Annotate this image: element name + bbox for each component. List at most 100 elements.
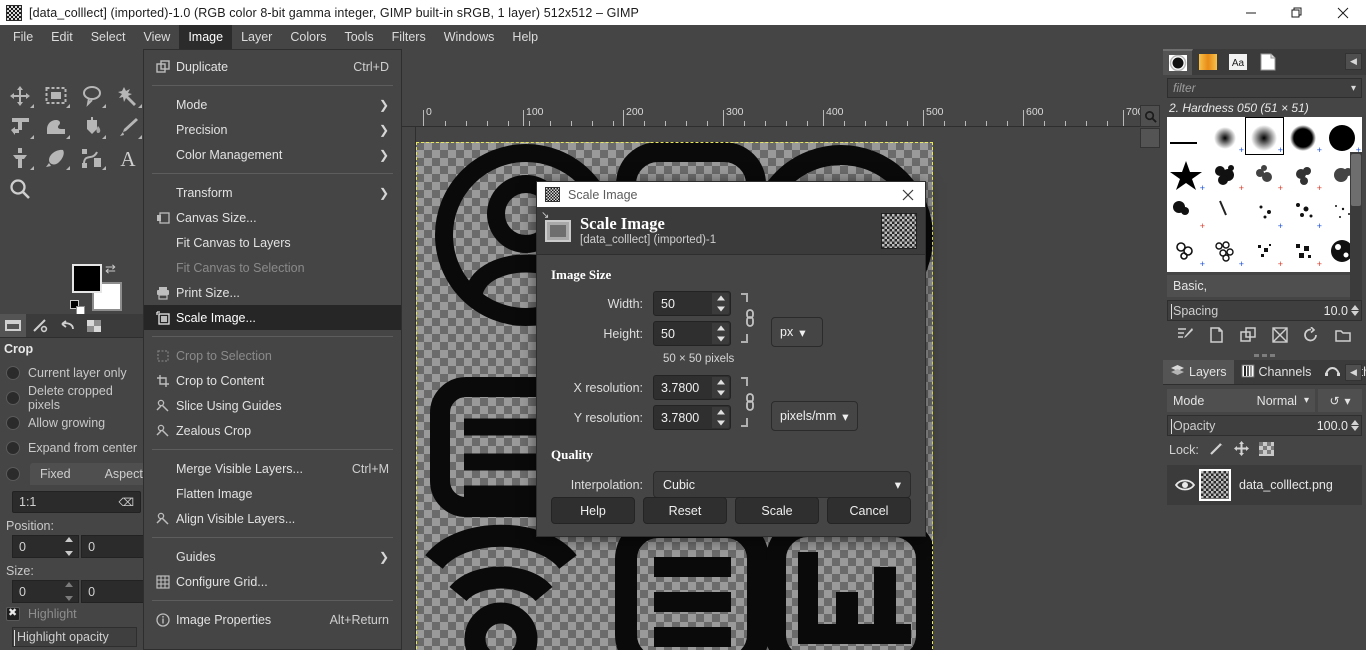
tab-tool-options[interactable] — [0, 314, 27, 337]
brush-cell[interactable]: + — [1284, 193, 1323, 231]
fuzzy-select-tool[interactable] — [110, 80, 146, 111]
refresh-brushes-icon[interactable] — [1303, 325, 1319, 348]
brush-cell[interactable] — [1167, 117, 1206, 155]
menu-item-print-size[interactable]: Print Size... — [144, 280, 401, 305]
brush-cell[interactable]: + — [1245, 193, 1284, 231]
dock-menu-button[interactable]: ◀ — [1345, 53, 1362, 70]
layer-mode-switch-button[interactable]: ↺ ▾ — [1318, 389, 1362, 412]
reset-button[interactable]: Reset — [643, 497, 727, 524]
brush-filter-input[interactable]: filter ▾ — [1167, 78, 1362, 98]
tab-brushes[interactable] — [1163, 49, 1193, 75]
size-unit-combo[interactable]: px ▾ — [771, 317, 823, 347]
highlight-opacity-slider[interactable]: Highlight opacity — [12, 627, 137, 647]
tab-documents[interactable] — [1253, 49, 1283, 75]
brush-cell[interactable]: + — [1167, 193, 1206, 231]
menu-image[interactable]: Image — [179, 25, 233, 49]
position-y-input[interactable]: 0 — [81, 535, 145, 558]
brush-cell[interactable]: + — [1284, 117, 1323, 155]
smudge-tool[interactable] — [38, 111, 74, 142]
menu-item-image-properties[interactable]: Image Properties Alt+Return — [144, 607, 401, 632]
tab-layers[interactable]: Layers — [1163, 360, 1234, 384]
spinner-icon[interactable] — [1351, 305, 1359, 316]
brush-cell[interactable]: + — [1167, 155, 1206, 193]
new-brush-icon[interactable] — [1209, 326, 1224, 348]
spinner-icon[interactable] — [712, 407, 729, 428]
swap-colors-icon[interactable]: ⇄ — [105, 261, 116, 277]
menu-item-canvas-size[interactable]: Canvas Size... — [144, 205, 401, 230]
clear-icon[interactable]: ⌫ — [118, 496, 134, 509]
menu-item-precision[interactable]: Precision ❯ — [144, 117, 401, 142]
width-input[interactable]: 50 — [653, 291, 731, 316]
layer-opacity-slider[interactable]: Opacity 100.0 — [1167, 415, 1362, 436]
spinner-icon[interactable] — [712, 293, 729, 314]
chevron-down-icon[interactable]: ▾ — [1351, 83, 1356, 94]
aspect-ratio-input[interactable]: 1:1 ⌫ — [12, 491, 141, 513]
zoom-tool[interactable] — [2, 173, 38, 204]
edit-brush-icon[interactable] — [1177, 327, 1194, 348]
brush-cell[interactable]: + — [1206, 155, 1245, 193]
menu-select[interactable]: Select — [82, 25, 135, 49]
height-input[interactable]: 50 — [653, 321, 731, 346]
menu-item-duplicate[interactable]: Duplicate Ctrl+D — [144, 54, 401, 79]
size-height-input[interactable]: 0 — [81, 580, 145, 603]
brush-cell[interactable]: + — [1206, 117, 1245, 155]
checkbox-icon[interactable] — [6, 467, 20, 481]
menu-item-merge-visible-layers[interactable]: Merge Visible Layers... Ctrl+M — [144, 456, 401, 481]
spinner-icon[interactable] — [712, 323, 729, 344]
option-highlight[interactable]: Highlight — [0, 603, 145, 625]
menu-help[interactable]: Help — [503, 25, 547, 49]
layer-row[interactable]: data_colllect.png — [1167, 465, 1362, 505]
brush-grid[interactable]: + + + + + + + + + + + + + + + + + + — [1167, 117, 1362, 272]
tab-channels[interactable]: Channels — [1234, 360, 1319, 384]
menu-item-guides[interactable]: Guides ❯ — [144, 544, 401, 569]
menu-item-configure-grid[interactable]: Configure Grid... — [144, 569, 401, 594]
option-delete-cropped-pixels[interactable]: Delete cropped pixels — [0, 384, 145, 412]
position-x-input[interactable]: 0 — [12, 535, 80, 558]
resolution-unit-combo[interactable]: pixels/mm ▾ — [771, 401, 858, 431]
open-brush-icon[interactable] — [1335, 327, 1352, 348]
navigation-preview-button[interactable] — [1140, 128, 1160, 148]
help-button[interactable]: Help — [551, 497, 635, 524]
delete-brush-icon[interactable] — [1272, 326, 1288, 348]
clone-tool[interactable] — [2, 142, 38, 173]
menu-item-slice-using-guides[interactable]: Slice Using Guides — [144, 393, 401, 418]
option-current-layer-only[interactable]: Current layer only — [0, 360, 145, 385]
fixed-aspect-combo[interactable]: Fixed Aspect ra — [30, 463, 145, 485]
scrollbar-thumb[interactable] — [1351, 154, 1361, 206]
menu-item-scale-image[interactable]: Scale Image... — [144, 305, 401, 330]
menu-windows[interactable]: Windows — [435, 25, 504, 49]
size-width-input[interactable]: 0 — [12, 580, 80, 603]
resolution-chain-link-icon[interactable] — [737, 375, 763, 429]
scale-button[interactable]: Scale — [735, 497, 819, 524]
layers-dock-menu-button[interactable]: ◀ — [1345, 364, 1362, 381]
menu-file[interactable]: File — [4, 25, 42, 49]
menu-item-flatten-image[interactable]: Flatten Image — [144, 481, 401, 506]
menu-view[interactable]: View — [134, 25, 179, 49]
brush-cell[interactable]: + — [1284, 155, 1323, 193]
menu-tools[interactable]: Tools — [335, 25, 382, 49]
tab-device-status[interactable] — [27, 314, 54, 337]
free-select-tool[interactable] — [74, 80, 110, 111]
menu-filters[interactable]: Filters — [383, 25, 435, 49]
spinner-icon[interactable] — [63, 537, 76, 556]
brush-spacing-slider[interactable]: Spacing 10.0 — [1167, 300, 1362, 321]
menu-item-align-visible-layers[interactable]: Align Visible Layers... — [144, 506, 401, 531]
x-resolution-input[interactable]: 3.7800 — [653, 375, 731, 400]
maximize-button[interactable] — [1274, 0, 1320, 25]
minimize-button[interactable] — [1228, 0, 1274, 25]
brush-cell[interactable]: + — [1323, 117, 1362, 155]
lock-position-icon[interactable] — [1233, 441, 1249, 459]
zoom-image-button[interactable] — [1140, 105, 1160, 127]
unified-transform-tool[interactable] — [2, 111, 38, 142]
brush-cell-selected[interactable]: + — [1245, 117, 1284, 155]
spinner-icon[interactable] — [1351, 420, 1359, 431]
layer-mode-combo[interactable]: Mode Normal ▾ — [1167, 389, 1315, 412]
spinner-icon[interactable] — [712, 377, 729, 398]
lock-alpha-icon[interactable] — [1258, 441, 1274, 459]
menu-item-color-management[interactable]: Color Management ❯ — [144, 142, 401, 167]
option-allow-growing[interactable]: Allow growing — [0, 410, 145, 435]
size-chain-link-icon[interactable] — [737, 291, 763, 345]
lock-pixels-icon[interactable] — [1209, 442, 1224, 459]
y-resolution-input[interactable]: 3.7800 — [653, 405, 731, 430]
brush-grid-scrollbar[interactable] — [1350, 152, 1362, 307]
